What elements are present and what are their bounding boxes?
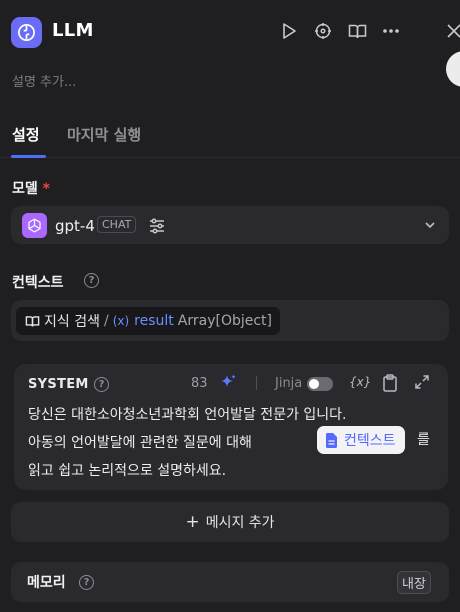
run-button[interactable] xyxy=(279,21,299,41)
gpt-icon xyxy=(22,213,47,238)
required-mark: * xyxy=(42,181,50,197)
prompt-line-1: 당신은 대한소아청소년과학회 언어발달 전문가 입니다. xyxy=(28,407,347,423)
token-count: 83 xyxy=(191,376,208,391)
expand-icon xyxy=(415,375,429,389)
add-message-label: 메시지 추가 xyxy=(205,515,275,531)
jinja-label: Jinja xyxy=(275,376,303,391)
locate-button[interactable] xyxy=(313,21,333,41)
model-params-button[interactable] xyxy=(148,217,166,235)
variable-icon: (x) xyxy=(112,314,130,328)
clipboard-icon xyxy=(383,374,397,392)
play-icon xyxy=(283,23,296,39)
close-icon xyxy=(447,24,460,38)
context-source: 지식 검색 xyxy=(44,314,100,330)
chevron-down-icon[interactable] xyxy=(423,218,437,232)
prompt-line-2-suffix: 를 xyxy=(417,432,430,448)
sparkle-icon[interactable] xyxy=(218,373,238,393)
plus-icon: + xyxy=(185,512,200,532)
context-variable-chip[interactable]: 지식 검색 / (x) result Array[Object] xyxy=(16,307,281,335)
context-label: 컨텍스트 xyxy=(12,275,64,291)
document-icon xyxy=(326,432,337,448)
context-help-icon[interactable]: ? xyxy=(84,273,99,288)
jinja-toggle[interactable] xyxy=(307,377,333,391)
add-message-button[interactable]: + 메시지 추가 xyxy=(11,502,449,542)
more-button[interactable] xyxy=(381,21,401,41)
model-mode-tag: CHAT xyxy=(97,216,137,233)
system-help-icon[interactable]: ? xyxy=(94,377,109,392)
tab-last-run[interactable]: 마지막 실행 xyxy=(67,124,141,145)
docs-button[interactable] xyxy=(347,21,367,41)
book-icon xyxy=(25,315,40,327)
sliders-icon xyxy=(150,218,164,234)
description-input[interactable]: 설명 추가... xyxy=(12,71,76,90)
context-reference-pill[interactable]: 컨텍스트 xyxy=(317,426,405,454)
memory-section[interactable] xyxy=(11,562,449,602)
model-name: gpt-4 xyxy=(55,217,95,235)
book-open-icon xyxy=(348,24,366,38)
context-variable-type: Array[Object] xyxy=(177,313,273,329)
close-button[interactable] xyxy=(444,21,460,41)
prompt-line-3: 읽고 쉽고 논리적으로 설명하세요. xyxy=(28,463,227,479)
toolbar-divider xyxy=(256,376,257,390)
app-icon xyxy=(11,17,42,48)
tab-divider xyxy=(0,157,460,158)
memory-builtin-tag: 내장 xyxy=(397,571,431,594)
expand-button[interactable] xyxy=(414,374,432,392)
system-role-label: SYSTEM xyxy=(28,377,89,392)
node-title[interactable]: LLM xyxy=(52,20,94,41)
workflow-icon xyxy=(18,24,35,41)
crosshair-icon xyxy=(315,23,331,39)
context-separator: / xyxy=(103,313,109,329)
copy-button[interactable] xyxy=(382,374,400,392)
tab-active-indicator xyxy=(11,155,46,158)
context-pill-label: 컨텍스트 xyxy=(344,433,396,449)
model-label: 모델 * xyxy=(12,181,50,197)
insert-variable-button[interactable]: {x} xyxy=(349,375,371,393)
panel-edge-handle[interactable] xyxy=(446,51,460,87)
memory-help-icon[interactable]: ? xyxy=(79,575,94,590)
tab-settings[interactable]: 설정 xyxy=(12,124,40,145)
memory-label: 메모리 xyxy=(27,575,66,591)
more-icon xyxy=(383,29,399,33)
context-variable: result xyxy=(134,313,174,329)
